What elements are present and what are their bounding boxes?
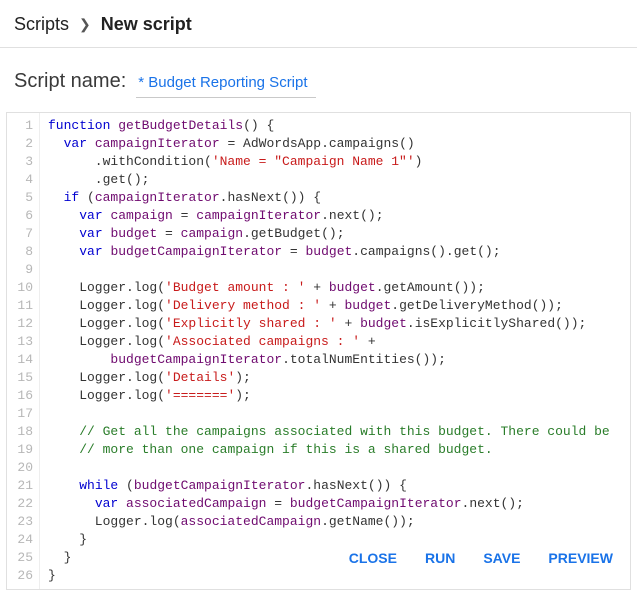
code-editor[interactable]: 1234567891011121314151617181920212223242… [6, 112, 631, 590]
run-button[interactable]: RUN [425, 550, 455, 566]
code-line[interactable]: var campaignIterator = AdWordsApp.campai… [48, 135, 622, 153]
action-bar: CLOSE RUN SAVE PREVIEW [325, 536, 637, 580]
code-line[interactable]: function getBudgetDetails() { [48, 117, 622, 135]
code-line[interactable]: // more than one campaign if this is a s… [48, 441, 622, 459]
code-line[interactable]: Logger.log('Delivery method : ' + budget… [48, 297, 622, 315]
code-area[interactable]: function getBudgetDetails() { var campai… [40, 113, 630, 589]
code-line[interactable]: Logger.log('Details'); [48, 369, 622, 387]
code-line[interactable] [48, 405, 622, 423]
code-line[interactable]: var associatedCampaign = budgetCampaignI… [48, 495, 622, 513]
code-line[interactable]: .withCondition('Name = "Campaign Name 1"… [48, 153, 622, 171]
code-line[interactable]: if (campaignIterator.hasNext()) { [48, 189, 622, 207]
code-line[interactable]: Logger.log('Budget amount : ' + budget.g… [48, 279, 622, 297]
code-line[interactable]: Logger.log(associatedCampaign.getName())… [48, 513, 622, 531]
close-button[interactable]: CLOSE [349, 550, 397, 566]
script-name-input[interactable] [136, 72, 316, 98]
code-line[interactable] [48, 261, 622, 279]
breadcrumb: Scripts ❯ New script [0, 0, 637, 48]
script-name-row: Script name: [0, 48, 637, 104]
code-line[interactable]: Logger.log('Explicitly shared : ' + budg… [48, 315, 622, 333]
code-line[interactable] [48, 459, 622, 477]
code-line[interactable]: budgetCampaignIterator.totalNumEntities(… [48, 351, 622, 369]
code-line[interactable]: .get(); [48, 171, 622, 189]
line-gutter: 1234567891011121314151617181920212223242… [7, 113, 40, 589]
code-line[interactable]: while (budgetCampaignIterator.hasNext())… [48, 477, 622, 495]
breadcrumb-current: New script [101, 14, 192, 35]
save-button[interactable]: SAVE [483, 550, 520, 566]
script-name-label: Script name: [14, 70, 126, 93]
code-line[interactable]: var budget = campaign.getBudget(); [48, 225, 622, 243]
code-line[interactable]: // Get all the campaigns associated with… [48, 423, 622, 441]
code-line[interactable]: var budgetCampaignIterator = budget.camp… [48, 243, 622, 261]
preview-button[interactable]: PREVIEW [548, 550, 613, 566]
code-line[interactable]: Logger.log('Associated campaigns : ' + [48, 333, 622, 351]
code-line[interactable]: var campaign = campaignIterator.next(); [48, 207, 622, 225]
code-line[interactable]: Logger.log('======='); [48, 387, 622, 405]
breadcrumb-root[interactable]: Scripts [14, 14, 69, 35]
chevron-right-icon: ❯ [79, 16, 91, 33]
